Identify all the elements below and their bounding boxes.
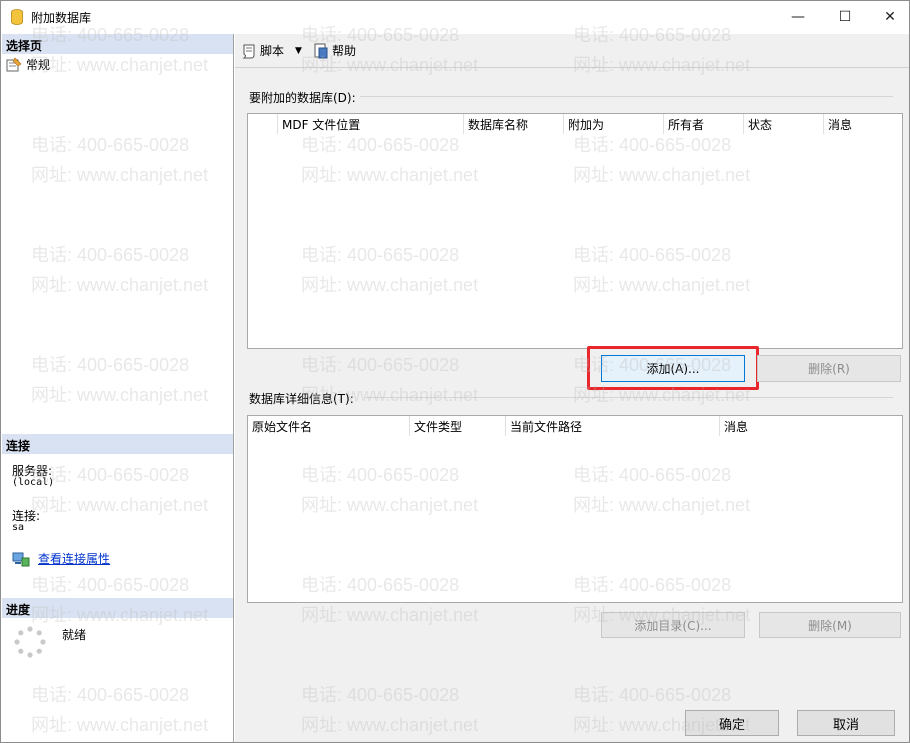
server-value: (local) xyxy=(12,477,55,488)
attach-database-window: 附加数据库 — ☐ ✕ 选择页 常规 连接 服务器: (local) 连接: s… xyxy=(0,0,910,743)
ok-button[interactable]: 确定 xyxy=(685,710,779,736)
window-title: 附加数据库 xyxy=(31,11,92,25)
connection-header: 连接 xyxy=(2,434,233,454)
attach-group-line xyxy=(355,96,893,97)
details-group-line xyxy=(365,397,893,398)
add-button-highlight xyxy=(587,346,759,390)
attach-col-status[interactable]: 状态 xyxy=(744,114,824,134)
right-panel: 脚本 ▼ 帮助 要附加的数据库(D): MDF 文件位置 数据库名称 附加为 所… xyxy=(235,34,909,742)
view-connection-properties[interactable]: 查看连接属性 xyxy=(12,550,110,567)
attach-databases-list[interactable]: MDF 文件位置 数据库名称 附加为 所有者 状态 消息 xyxy=(247,113,903,349)
progress-spinner-icon xyxy=(14,626,46,658)
details-col-file-type[interactable]: 文件类型 xyxy=(410,416,506,436)
attach-group-label: 要附加的数据库(D): xyxy=(249,89,360,106)
attach-col-dbname[interactable]: 数据库名称 xyxy=(464,114,564,134)
connection-value: sa xyxy=(12,522,25,533)
minimize-button[interactable]: — xyxy=(775,1,821,33)
details-col-current-path[interactable]: 当前文件路径 xyxy=(506,416,720,436)
help-button[interactable]: 帮助 xyxy=(313,42,356,59)
remove-file-button[interactable]: 删除(M) xyxy=(759,612,901,638)
view-connection-properties-link[interactable]: 查看连接属性 xyxy=(38,550,110,567)
cancel-button[interactable]: 取消 xyxy=(797,710,895,736)
script-dropdown-icon[interactable]: ▼ xyxy=(295,46,302,56)
maximize-button[interactable]: ☐ xyxy=(822,1,868,33)
attach-col-attach-as[interactable]: 附加为 xyxy=(564,114,664,134)
details-col-message[interactable]: 消息 xyxy=(720,416,902,436)
attach-col-message[interactable]: 消息 xyxy=(824,114,902,134)
add-catalog-button[interactable]: 添加目录(C)... xyxy=(601,612,745,638)
page-item-general-label: 常规 xyxy=(26,58,51,72)
help-icon xyxy=(314,43,328,58)
script-label: 脚本 xyxy=(260,44,285,58)
attach-col-mdf[interactable]: MDF 文件位置 xyxy=(278,114,464,134)
connection-properties-icon xyxy=(12,552,30,566)
attach-col-select[interactable] xyxy=(248,114,278,134)
select-page-header: 选择页 xyxy=(2,34,233,54)
left-panel: 选择页 常规 连接 服务器: (local) 连接: sa 查看连接属性 进度 xyxy=(2,34,234,742)
script-icon xyxy=(242,44,255,58)
attach-list-header: MDF 文件位置 数据库名称 附加为 所有者 状态 消息 xyxy=(248,114,902,134)
script-button[interactable]: 脚本 ▼ xyxy=(241,42,302,59)
toolbar: 脚本 ▼ 帮助 xyxy=(235,34,909,68)
title-bar: 附加数据库 — ☐ ✕ xyxy=(1,1,909,33)
database-details-list[interactable]: 原始文件名 文件类型 当前文件路径 消息 xyxy=(247,415,903,603)
help-label: 帮助 xyxy=(332,44,357,58)
attach-col-owner[interactable]: 所有者 xyxy=(664,114,744,134)
page-item-general[interactable]: 常规 xyxy=(6,56,50,73)
details-group-label: 数据库详细信息(T): xyxy=(249,390,358,407)
close-button[interactable]: ✕ xyxy=(867,1,909,33)
database-icon xyxy=(11,9,23,25)
remove-database-button[interactable]: 删除(R) xyxy=(757,355,901,382)
details-list-header: 原始文件名 文件类型 当前文件路径 消息 xyxy=(248,416,902,436)
details-col-original-file[interactable]: 原始文件名 xyxy=(248,416,410,436)
progress-status: 就绪 xyxy=(62,628,87,642)
general-page-icon xyxy=(6,57,22,71)
progress-header: 进度 xyxy=(2,598,233,618)
